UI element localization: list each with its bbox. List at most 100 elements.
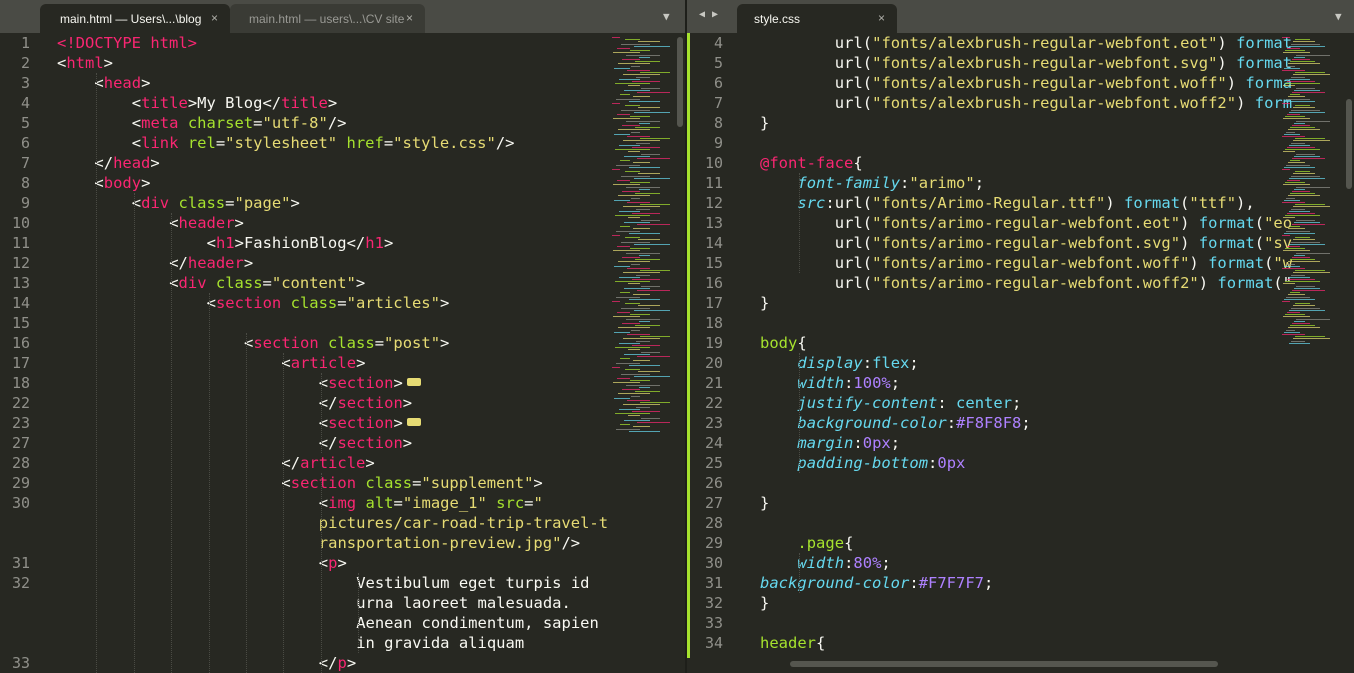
minimap-line bbox=[1294, 155, 1320, 157]
minimap-line bbox=[625, 105, 640, 107]
line-number: 29 bbox=[11, 474, 30, 492]
minimap-line bbox=[615, 215, 650, 217]
token: } bbox=[760, 594, 770, 612]
code-area[interactable]: url("fonts/alexbrush-regular-webfont.eot… bbox=[760, 33, 1292, 673]
minimap[interactable] bbox=[1282, 33, 1344, 673]
minimap-line bbox=[1290, 292, 1300, 294]
minimap-line bbox=[612, 301, 620, 302]
minimap-line bbox=[1289, 243, 1325, 245]
close-icon[interactable]: × bbox=[878, 11, 885, 25]
minimap-line bbox=[634, 243, 670, 245]
token: margin bbox=[797, 434, 854, 452]
minimap-line bbox=[624, 419, 650, 421]
token: ; bbox=[983, 574, 994, 592]
line-number: 8 bbox=[20, 174, 30, 192]
code-line: <section> bbox=[319, 373, 421, 393]
line-number: 30 bbox=[704, 554, 723, 572]
minimap-line bbox=[630, 116, 650, 118]
token: /> bbox=[495, 134, 515, 152]
horizontal-scrollbar[interactable] bbox=[790, 661, 1218, 667]
code-line: background-color:#F8F8F8; bbox=[797, 413, 1030, 433]
minimap-line bbox=[624, 353, 650, 355]
fold-marker[interactable] bbox=[406, 417, 421, 426]
close-icon[interactable]: × bbox=[211, 11, 218, 25]
token: 0px bbox=[862, 434, 891, 452]
tab-style-css[interactable]: style.css × bbox=[737, 4, 897, 33]
code-line: width:80%; bbox=[797, 553, 890, 573]
token: header bbox=[178, 214, 235, 232]
minimap-line bbox=[1293, 74, 1330, 76]
minimap-line bbox=[1291, 43, 1320, 45]
chevron-down-icon[interactable]: ▼ bbox=[1335, 10, 1342, 23]
minimap-line bbox=[640, 270, 670, 272]
token: section bbox=[337, 394, 403, 412]
token: format bbox=[1217, 274, 1274, 292]
tab-main-html-cv-site[interactable]: main.html — users\...\CV site × bbox=[230, 4, 425, 33]
line-number: 18 bbox=[704, 314, 723, 332]
chevron-down-icon[interactable]: ▼ bbox=[663, 10, 670, 23]
token: { bbox=[853, 154, 863, 172]
minimap-line bbox=[1286, 296, 1310, 298]
minimap-line bbox=[613, 382, 640, 384]
token: background-color bbox=[797, 414, 947, 432]
minimap[interactable] bbox=[612, 33, 682, 673]
right-editor-pane[interactable]: 4 5 6 7 8 9 10 11 12 13 14 15 16 17 18 19 20 21 22 23 24 25 26… bbox=[690, 33, 1354, 673]
line-number: 15 bbox=[704, 254, 723, 272]
token: url( bbox=[834, 34, 873, 52]
nav-left-icon[interactable]: ◀ bbox=[699, 9, 705, 20]
token: > bbox=[103, 54, 114, 72]
minimap-line bbox=[1289, 342, 1310, 344]
minimap-line bbox=[637, 92, 670, 93]
minimap-line bbox=[617, 180, 630, 181]
code-line: url("fonts/alexbrush-regular-webfont.svg… bbox=[835, 53, 1292, 73]
token: url( bbox=[834, 274, 873, 292]
minimap-line bbox=[1289, 276, 1310, 278]
minimap-line bbox=[621, 373, 650, 375]
tab-label: main.html — Users\...\blog bbox=[60, 11, 202, 26]
minimap-line bbox=[616, 428, 640, 430]
minimap-line bbox=[640, 336, 670, 338]
token: > bbox=[290, 194, 300, 212]
minimap-line bbox=[1282, 202, 1305, 203]
line-number: 19 bbox=[704, 334, 723, 352]
code-line: margin:0px; bbox=[797, 433, 900, 453]
minimap-line bbox=[635, 391, 660, 393]
vertical-scrollbar[interactable] bbox=[677, 37, 683, 127]
line-number: 27 bbox=[704, 494, 723, 512]
token: #F8F8F8 bbox=[956, 414, 1022, 432]
minimap-line bbox=[1291, 241, 1320, 243]
minimap-line bbox=[1284, 199, 1300, 201]
vertical-scrollbar[interactable] bbox=[1346, 99, 1352, 189]
minimap-line bbox=[1289, 177, 1325, 179]
minimap-line bbox=[621, 241, 650, 243]
tab-main-html-blog[interactable]: main.html — Users\...\blog × bbox=[40, 4, 230, 33]
line-number: 6 bbox=[713, 74, 723, 92]
nav-right-icon[interactable]: ▶ bbox=[712, 9, 718, 20]
token: class bbox=[365, 474, 413, 492]
minimap-line bbox=[636, 142, 650, 144]
minimap-line bbox=[617, 48, 630, 49]
code-line: body{ bbox=[760, 333, 807, 353]
minimap-line bbox=[1286, 329, 1295, 331]
line-number: 13 bbox=[11, 274, 30, 292]
code-area[interactable]: <!DOCTYPE html> <html> <head> <title>My Blo… bbox=[57, 33, 612, 673]
token: "fonts/arimo-regular-webfont.svg" bbox=[872, 234, 1181, 252]
minimap-line bbox=[1288, 228, 1305, 230]
minimap-line bbox=[1282, 169, 1290, 170]
fold-marker[interactable] bbox=[406, 377, 421, 386]
minimap-line bbox=[639, 188, 650, 190]
token: ) bbox=[1226, 74, 1246, 92]
token: = bbox=[225, 194, 235, 212]
token: :url( bbox=[825, 194, 873, 212]
minimap-line bbox=[619, 276, 640, 278]
token: ), bbox=[1236, 194, 1255, 212]
left-editor-pane[interactable]: 1 2 3 4 5 6 7 8 9 10 11 12 13 14 15 16 17 18 22 23 27 28 29 30 3… bbox=[0, 33, 685, 673]
token: < bbox=[131, 94, 142, 112]
minimap-line bbox=[617, 378, 630, 379]
token: /> bbox=[327, 114, 347, 132]
token: link bbox=[141, 134, 179, 152]
code-line: ransportation-preview.jpg"/> bbox=[319, 533, 580, 553]
close-icon[interactable]: × bbox=[406, 11, 413, 25]
minimap-line bbox=[635, 259, 660, 261]
line-number: 28 bbox=[704, 514, 723, 532]
